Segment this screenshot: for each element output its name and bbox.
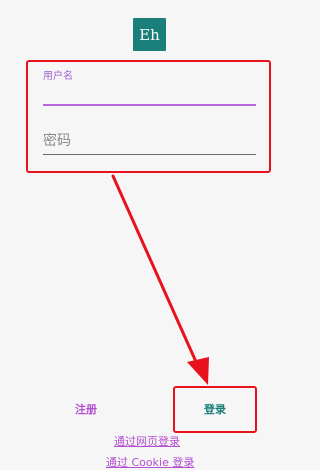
- cookie-login-link[interactable]: 通过 Cookie 登录: [106, 454, 194, 470]
- register-button[interactable]: 注册: [66, 400, 106, 418]
- login-button[interactable]: 登录: [193, 400, 237, 418]
- web-login-link[interactable]: 通过网页登录: [114, 433, 180, 449]
